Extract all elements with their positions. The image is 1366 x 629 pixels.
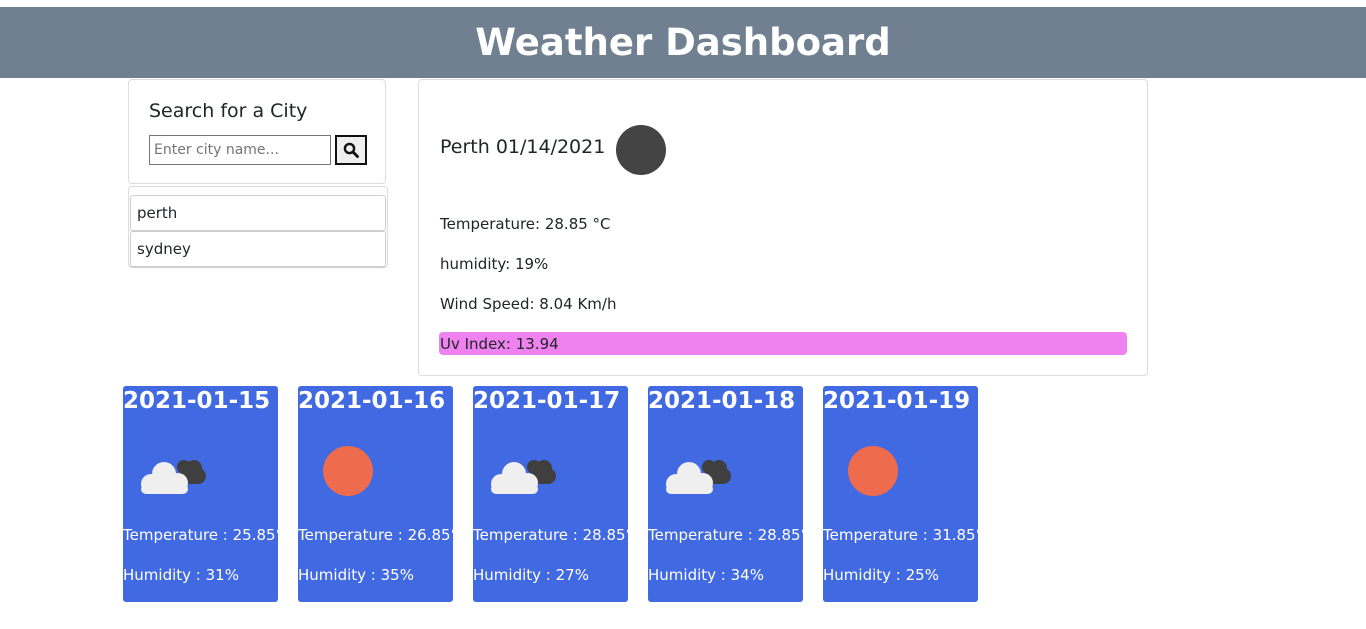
- current-temperature: Temperature: 28.85 °C: [440, 215, 611, 233]
- sun-icon: [848, 446, 898, 496]
- forecast-date: 2021-01-16: [298, 388, 446, 414]
- forecast-date: 2021-01-17: [473, 388, 621, 414]
- forecast-card: 2021-01-16 Temperature : 26.85°C Humidit…: [298, 386, 453, 602]
- forecast-date: 2021-01-15: [123, 388, 271, 414]
- cloud-icon: [666, 460, 731, 494]
- forecast-humidity: Humidity : 35%: [298, 566, 414, 584]
- cloud-icon: [141, 460, 206, 494]
- forecast-temperature: Temperature : 28.85°C: [473, 526, 628, 544]
- forecast-card: 2021-01-19 Temperature : 31.85°C Humidit…: [823, 386, 978, 602]
- forecast-temperature: Temperature : 31.85°C: [823, 526, 978, 544]
- forecast-card: 2021-01-18 Temperature : 28.85°C Humidit…: [648, 386, 803, 602]
- search-title: Search for a City: [149, 100, 308, 122]
- forecast-temperature: Temperature : 25.85°C: [123, 526, 278, 544]
- forecast-humidity: Humidity : 25%: [823, 566, 939, 584]
- forecast-card: 2021-01-15 Temperature : 25.85°C Humidit…: [123, 386, 278, 602]
- forecast-humidity: Humidity : 27%: [473, 566, 589, 584]
- page-header: Weather Dashboard: [0, 7, 1366, 78]
- forecast-temperature: Temperature : 28.85°C: [648, 526, 803, 544]
- current-city-title: Perth 01/14/2021: [440, 136, 606, 158]
- search-panel: Search for a City: [128, 79, 386, 184]
- uv-index-badge: Uv Index: 13.94: [439, 332, 1127, 355]
- uv-index-text: Uv Index: 13.94: [440, 335, 559, 353]
- search-history-list: perth sydney: [128, 186, 388, 268]
- search-icon: [343, 142, 359, 158]
- forecast-date: 2021-01-18: [648, 388, 796, 414]
- current-humidity: humidity: 19%: [440, 255, 549, 273]
- current-weather-panel: Perth 01/14/2021 Temperature: 28.85 °C h…: [418, 79, 1148, 376]
- forecast-humidity: Humidity : 31%: [123, 566, 239, 584]
- current-wind-speed: Wind Speed: 8.04 Km/h: [440, 295, 617, 313]
- search-button[interactable]: [335, 135, 367, 165]
- page-title: Weather Dashboard: [475, 21, 891, 64]
- sun-icon: [323, 446, 373, 496]
- history-item-perth[interactable]: perth: [130, 195, 386, 231]
- history-item-sydney[interactable]: sydney: [130, 231, 386, 267]
- forecast-date: 2021-01-19: [823, 388, 971, 414]
- forecast-temperature: Temperature : 26.85°C: [298, 526, 453, 544]
- forecast-humidity: Humidity : 34%: [648, 566, 764, 584]
- forecast-card: 2021-01-17 Temperature : 28.85°C Humidit…: [473, 386, 628, 602]
- city-search-input[interactable]: [149, 135, 331, 165]
- dark-circle-icon: [616, 125, 666, 175]
- cloud-icon: [491, 460, 556, 494]
